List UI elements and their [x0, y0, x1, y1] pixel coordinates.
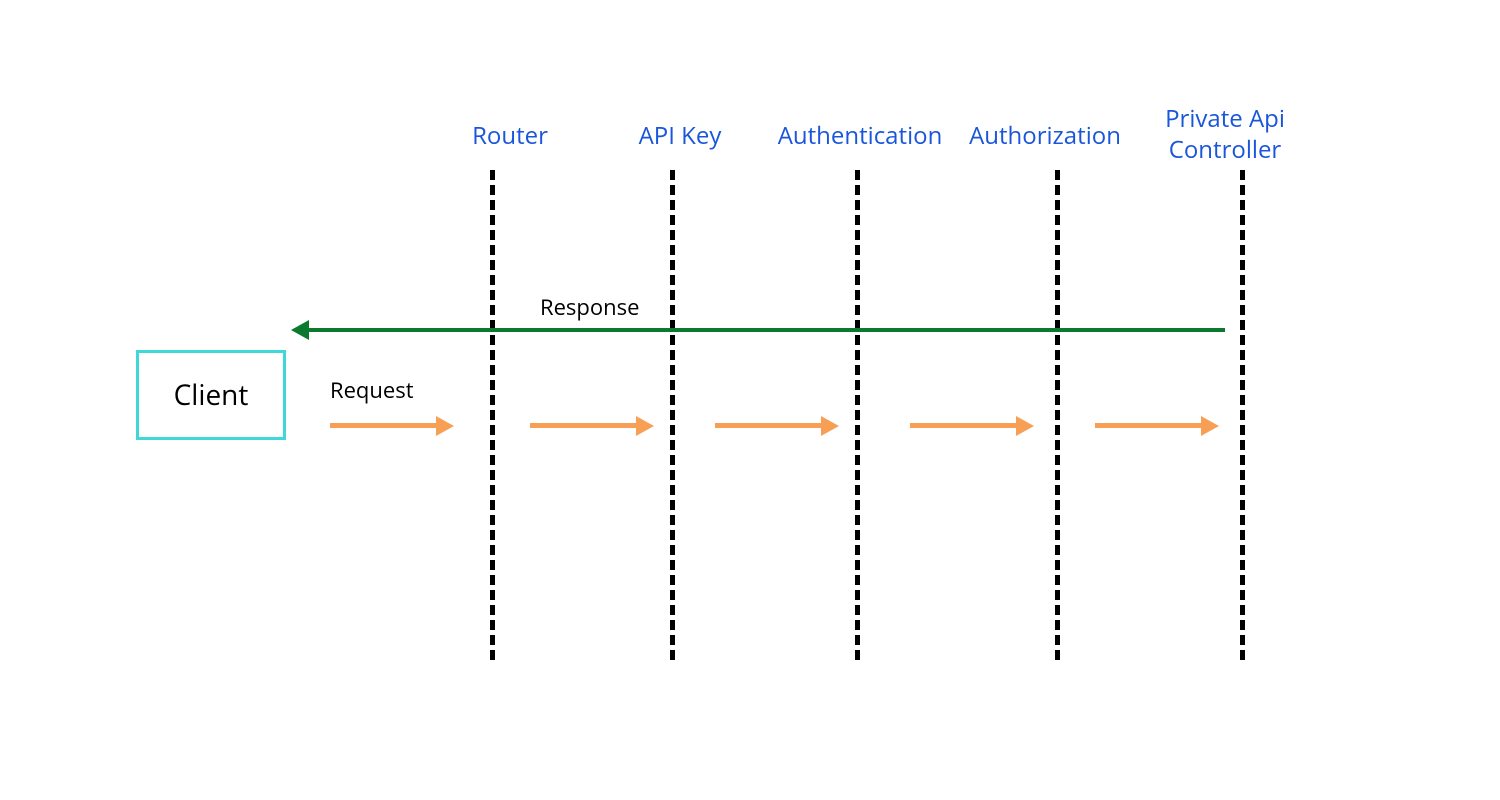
request-arrow-5 — [1095, 423, 1205, 428]
stage-label-authorization: Authorization — [969, 120, 1121, 151]
stage-label-controller: Private Api Controller — [1165, 103, 1285, 165]
request-arrow-1 — [330, 423, 440, 428]
pipeline-line-authentication — [855, 170, 860, 660]
pipeline-line-router — [490, 170, 495, 660]
request-label: Request — [330, 375, 414, 405]
client-box: Client — [136, 350, 286, 440]
request-arrow-3 — [715, 423, 825, 428]
response-label: Response — [540, 292, 639, 322]
stage-label-api-key: API Key — [639, 120, 722, 151]
response-arrow — [305, 328, 1225, 332]
stage-label-authentication: Authentication — [778, 120, 943, 151]
stage-label-controller-line2: Controller — [1169, 133, 1281, 166]
pipeline-line-authorization — [1055, 170, 1060, 660]
pipeline-line-controller — [1240, 170, 1245, 660]
pipeline-line-api-key — [670, 170, 675, 660]
stage-label-router: Router — [472, 120, 548, 151]
client-label: Client — [174, 376, 249, 414]
stage-label-controller-line1: Private Api — [1165, 102, 1285, 135]
request-arrow-4 — [910, 423, 1020, 428]
request-arrow-2 — [530, 423, 640, 428]
